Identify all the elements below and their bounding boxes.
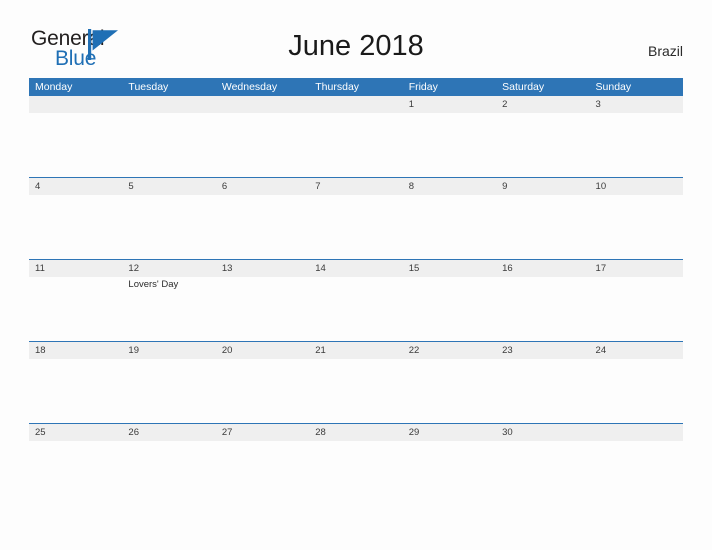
week-date-band: 4 5 6 7 8 9 10 xyxy=(29,178,683,195)
week-date-band: 18 19 20 21 22 23 24 xyxy=(29,342,683,359)
day-cell[interactable] xyxy=(309,277,402,341)
day-cell[interactable] xyxy=(309,113,402,177)
week-date-band: 1 2 3 xyxy=(29,96,683,113)
page-header: General Blue June 2018 Brazil xyxy=(0,0,712,76)
day-number[interactable]: 15 xyxy=(403,260,496,277)
day-number[interactable] xyxy=(29,96,122,113)
day-cell[interactable] xyxy=(496,113,589,177)
week-event-band xyxy=(29,359,683,423)
day-number[interactable]: 19 xyxy=(122,342,215,359)
week-event-band: Lovers' Day xyxy=(29,277,683,341)
day-number[interactable]: 1 xyxy=(403,96,496,113)
day-event: Lovers' Day xyxy=(128,279,179,290)
day-cell[interactable] xyxy=(216,359,309,423)
day-cell[interactable] xyxy=(29,277,122,341)
day-cell[interactable] xyxy=(216,195,309,259)
day-number[interactable]: 12 xyxy=(122,260,215,277)
day-cell[interactable] xyxy=(590,359,683,423)
day-number[interactable] xyxy=(122,96,215,113)
day-cell[interactable] xyxy=(496,195,589,259)
day-cell[interactable] xyxy=(403,359,496,423)
day-cell[interactable] xyxy=(403,195,496,259)
day-number[interactable] xyxy=(590,424,683,441)
day-cell[interactable] xyxy=(590,277,683,341)
country-label: Brazil xyxy=(647,43,683,59)
day-number[interactable]: 29 xyxy=(403,424,496,441)
day-number[interactable]: 28 xyxy=(309,424,402,441)
week-row: 11 12 13 14 15 16 17 Lovers' Day xyxy=(29,259,683,341)
day-number[interactable]: 7 xyxy=(309,178,402,195)
weekday-tuesday: Tuesday xyxy=(128,81,169,93)
day-cell[interactable] xyxy=(29,359,122,423)
day-cell[interactable] xyxy=(309,441,402,505)
day-cell[interactable] xyxy=(496,359,589,423)
day-number[interactable]: 4 xyxy=(29,178,122,195)
day-cell[interactable] xyxy=(122,195,215,259)
week-date-band: 25 26 27 28 29 30 xyxy=(29,424,683,441)
week-row: 25 26 27 28 29 30 xyxy=(29,423,683,505)
day-cell[interactable] xyxy=(122,113,215,177)
day-cell[interactable] xyxy=(29,195,122,259)
day-number[interactable]: 9 xyxy=(496,178,589,195)
weekday-header-row: Monday Tuesday Wednesday Thursday Friday… xyxy=(29,78,683,96)
day-cell[interactable] xyxy=(403,441,496,505)
day-cell[interactable] xyxy=(216,277,309,341)
weekday-saturday: Saturday xyxy=(502,81,545,93)
page-title: June 2018 xyxy=(288,30,424,62)
day-cell[interactable] xyxy=(122,359,215,423)
day-number[interactable]: 6 xyxy=(216,178,309,195)
day-number[interactable]: 22 xyxy=(403,342,496,359)
day-number[interactable]: 5 xyxy=(122,178,215,195)
day-number[interactable]: 21 xyxy=(309,342,402,359)
day-number[interactable]: 10 xyxy=(590,178,683,195)
weekday-wednesday: Wednesday xyxy=(221,81,278,93)
day-cell[interactable] xyxy=(29,113,122,177)
day-cell[interactable] xyxy=(122,441,215,505)
week-row: 4 5 6 7 8 9 10 xyxy=(29,177,683,259)
day-number[interactable]: 27 xyxy=(216,424,309,441)
day-number[interactable]: 3 xyxy=(590,96,683,113)
day-cell[interactable] xyxy=(216,113,309,177)
week-row: 18 19 20 21 22 23 24 xyxy=(29,341,683,423)
day-number[interactable]: 20 xyxy=(216,342,309,359)
day-cell[interactable] xyxy=(590,195,683,259)
week-event-band xyxy=(29,113,683,177)
day-cell[interactable] xyxy=(496,441,589,505)
day-cell[interactable] xyxy=(309,359,402,423)
day-number[interactable]: 30 xyxy=(496,424,589,441)
day-number[interactable]: 26 xyxy=(122,424,215,441)
week-date-band: 11 12 13 14 15 16 17 xyxy=(29,260,683,277)
day-cell[interactable] xyxy=(590,113,683,177)
calendar-page: General Blue June 2018 Brazil Monday Tue… xyxy=(0,0,712,550)
day-number[interactable]: 16 xyxy=(496,260,589,277)
day-number[interactable]: 18 xyxy=(29,342,122,359)
day-number[interactable]: 23 xyxy=(496,342,589,359)
day-cell[interactable] xyxy=(403,277,496,341)
weekday-thursday: Thursday xyxy=(315,81,360,93)
day-cell[interactable] xyxy=(29,441,122,505)
weekday-friday: Friday xyxy=(408,81,438,93)
week-row: 1 2 3 xyxy=(29,96,683,177)
day-cell[interactable] xyxy=(309,195,402,259)
day-number[interactable]: 17 xyxy=(590,260,683,277)
calendar-grid: Monday Tuesday Wednesday Thursday Friday… xyxy=(29,78,683,505)
day-cell[interactable]: Lovers' Day xyxy=(122,277,215,341)
day-number[interactable]: 11 xyxy=(29,260,122,277)
day-number[interactable]: 8 xyxy=(403,178,496,195)
day-number[interactable]: 25 xyxy=(29,424,122,441)
week-event-band xyxy=(29,195,683,259)
day-number[interactable]: 24 xyxy=(590,342,683,359)
weekday-monday: Monday xyxy=(35,81,73,93)
day-number[interactable]: 14 xyxy=(309,260,402,277)
week-event-band xyxy=(29,441,683,505)
day-number[interactable] xyxy=(309,96,402,113)
day-number[interactable]: 2 xyxy=(496,96,589,113)
day-cell[interactable] xyxy=(590,441,683,505)
day-number[interactable] xyxy=(216,96,309,113)
weekday-sunday: Sunday xyxy=(595,81,632,93)
day-number[interactable]: 13 xyxy=(216,260,309,277)
day-cell[interactable] xyxy=(403,113,496,177)
day-cell[interactable] xyxy=(216,441,309,505)
day-cell[interactable] xyxy=(496,277,589,341)
